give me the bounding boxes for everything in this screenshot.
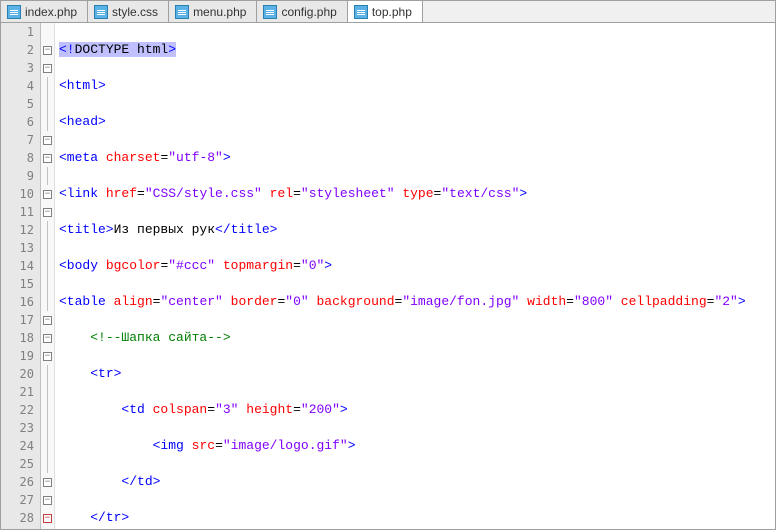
- file-icon: [175, 5, 189, 19]
- fold-toggle[interactable]: −: [41, 131, 54, 149]
- fold-toggle[interactable]: −: [41, 59, 54, 77]
- code-area[interactable]: <!DOCTYPE html> <html> <head> <meta char…: [55, 23, 775, 529]
- fold-toggle[interactable]: −: [41, 185, 54, 203]
- fold-toggle[interactable]: −: [41, 473, 54, 491]
- fold-toggle[interactable]: −: [41, 347, 54, 365]
- fold-toggle[interactable]: −: [41, 491, 54, 509]
- fold-column: − − − − − − − − − − − −: [41, 23, 55, 529]
- tab-index-php[interactable]: index.php: [1, 1, 88, 22]
- line-number-gutter: 1234567891011121314151617181920212223242…: [1, 23, 41, 529]
- tab-top-php[interactable]: top.php: [348, 1, 423, 22]
- fold-toggle[interactable]: −: [41, 311, 54, 329]
- tab-style-css[interactable]: style.css: [88, 1, 169, 22]
- fold-toggle[interactable]: −: [41, 41, 54, 59]
- code-editor[interactable]: 1234567891011121314151617181920212223242…: [1, 23, 775, 529]
- fold-toggle[interactable]: −: [41, 509, 54, 527]
- fold-toggle[interactable]: −: [41, 203, 54, 221]
- tab-menu-php[interactable]: menu.php: [169, 1, 257, 22]
- file-icon: [263, 5, 277, 19]
- file-icon: [354, 5, 368, 19]
- fold-toggle[interactable]: −: [41, 149, 54, 167]
- editor-window: index.php style.css menu.php config.php …: [0, 0, 776, 530]
- file-icon: [94, 5, 108, 19]
- tab-bar: index.php style.css menu.php config.php …: [1, 1, 775, 23]
- file-icon: [7, 5, 21, 19]
- tab-config-php[interactable]: config.php: [257, 1, 347, 22]
- fold-toggle[interactable]: −: [41, 329, 54, 347]
